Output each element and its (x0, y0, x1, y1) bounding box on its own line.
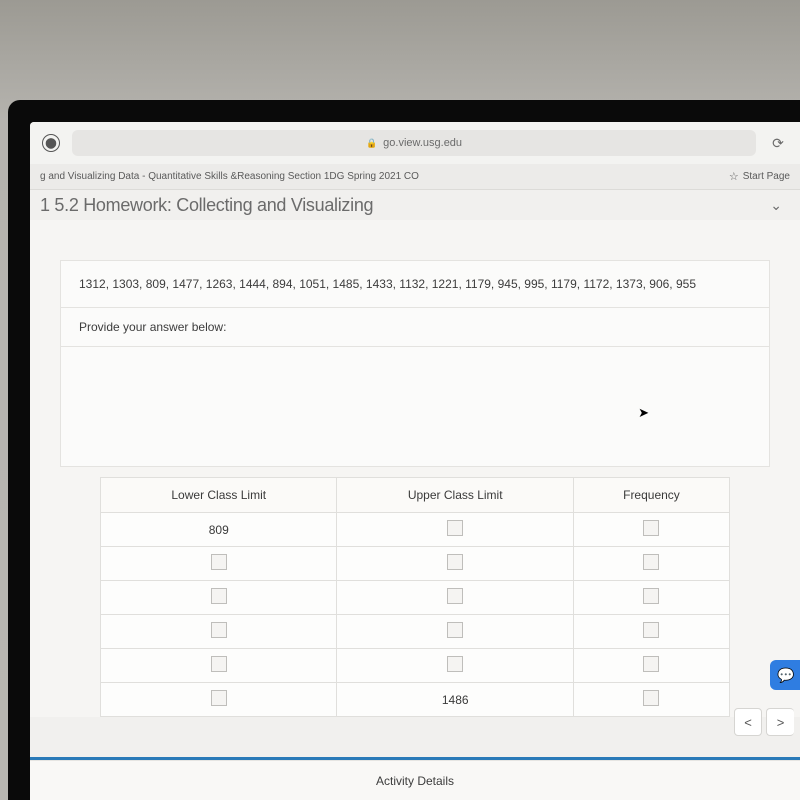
cell-lower[interactable]: 809 (101, 513, 337, 547)
work-area[interactable]: ➤ (60, 347, 770, 467)
cell-lower[interactable] (101, 615, 337, 649)
input-box[interactable] (211, 622, 227, 638)
input-box[interactable] (211, 690, 227, 706)
cell-freq[interactable] (573, 513, 729, 547)
start-page-label: Start Page (743, 171, 790, 182)
cell-upper[interactable] (337, 513, 573, 547)
activity-details-label: Activity Details (376, 774, 454, 788)
table-row (101, 581, 730, 615)
input-box[interactable] (643, 588, 659, 604)
table-row (101, 547, 730, 581)
header-freq: Frequency (573, 478, 729, 513)
chat-icon[interactable]: 💬 (770, 660, 800, 690)
input-box[interactable] (643, 656, 659, 672)
url-bar[interactable]: 🔒 go.view.usg.edu (72, 130, 756, 156)
input-box[interactable] (447, 554, 463, 570)
prev-button[interactable]: < (734, 708, 762, 736)
header-lower: Lower Class Limit (101, 478, 337, 513)
input-box[interactable] (211, 554, 227, 570)
cell-freq[interactable] (573, 581, 729, 615)
tab-title[interactable]: g and Visualizing Data - Quantitative Sk… (40, 171, 419, 182)
frequency-table-wrap: Lower Class Limit Upper Class Limit Freq… (100, 477, 730, 717)
extension-icon[interactable]: ⬤ (42, 134, 60, 152)
browser-toolbar: ⬤ 🔒 go.view.usg.edu ⟳ (30, 122, 800, 164)
table-row: 1486 (101, 683, 730, 717)
frequency-table: Lower Class Limit Upper Class Limit Freq… (100, 477, 730, 717)
page-title: 1 5.2 Homework: Collecting and Visualizi… (40, 195, 373, 216)
cell-lower[interactable] (101, 649, 337, 683)
photo-background: ⬤ 🔒 go.view.usg.edu ⟳ g and Visualizing … (0, 0, 800, 800)
cell-upper[interactable] (337, 649, 573, 683)
cell-freq[interactable] (573, 547, 729, 581)
answer-prompt-box: Provide your answer below: (60, 307, 770, 347)
input-box[interactable] (447, 622, 463, 638)
cell-upper[interactable] (337, 547, 573, 581)
cell-lower[interactable] (101, 547, 337, 581)
table-row (101, 615, 730, 649)
answer-prompt: Provide your answer below: (79, 320, 226, 334)
footer-bar[interactable]: Activity Details (30, 760, 800, 800)
url-text: go.view.usg.edu (383, 137, 462, 149)
content-area: 1312, 1303, 809, 1477, 1263, 1444, 894, … (30, 220, 800, 717)
next-button[interactable]: > (766, 708, 794, 736)
screen: ⬤ 🔒 go.view.usg.edu ⟳ g and Visualizing … (30, 122, 800, 800)
data-list-text: 1312, 1303, 809, 1477, 1263, 1444, 894, … (79, 277, 696, 291)
cell-lower[interactable] (101, 581, 337, 615)
cell-upper[interactable]: 1486 (337, 683, 573, 717)
cell-upper[interactable] (337, 581, 573, 615)
cell-freq[interactable] (573, 615, 729, 649)
data-list-box: 1312, 1303, 809, 1477, 1263, 1444, 894, … (60, 260, 770, 307)
nav-buttons: < > (734, 708, 794, 736)
page-header: 1 5.2 Homework: Collecting and Visualizi… (30, 190, 800, 220)
lock-icon: 🔒 (366, 138, 377, 149)
reload-icon[interactable]: ⟳ (768, 133, 788, 153)
laptop-bezel: ⬤ 🔒 go.view.usg.edu ⟳ g and Visualizing … (8, 100, 800, 800)
input-box[interactable] (211, 588, 227, 604)
input-box[interactable] (447, 520, 463, 536)
mouse-cursor-icon: ➤ (638, 405, 649, 421)
table-row: 809 (101, 513, 730, 547)
header-upper: Upper Class Limit (337, 478, 573, 513)
input-box[interactable] (447, 588, 463, 604)
tab-strip: g and Visualizing Data - Quantitative Sk… (30, 164, 800, 190)
table-row (101, 649, 730, 683)
chevron-down-icon[interactable]: ⌄ (770, 197, 790, 214)
cell-lower[interactable] (101, 683, 337, 717)
table-header-row: Lower Class Limit Upper Class Limit Freq… (101, 478, 730, 513)
cell-freq[interactable] (573, 649, 729, 683)
cell-freq[interactable] (573, 683, 729, 717)
input-box[interactable] (211, 656, 227, 672)
input-box[interactable] (643, 520, 659, 536)
input-box[interactable] (643, 690, 659, 706)
input-box[interactable] (643, 622, 659, 638)
cell-upper[interactable] (337, 615, 573, 649)
input-box[interactable] (447, 656, 463, 672)
input-box[interactable] (643, 554, 659, 570)
start-page-button[interactable]: ☆ Start Page (729, 170, 790, 183)
star-icon: ☆ (729, 170, 739, 183)
